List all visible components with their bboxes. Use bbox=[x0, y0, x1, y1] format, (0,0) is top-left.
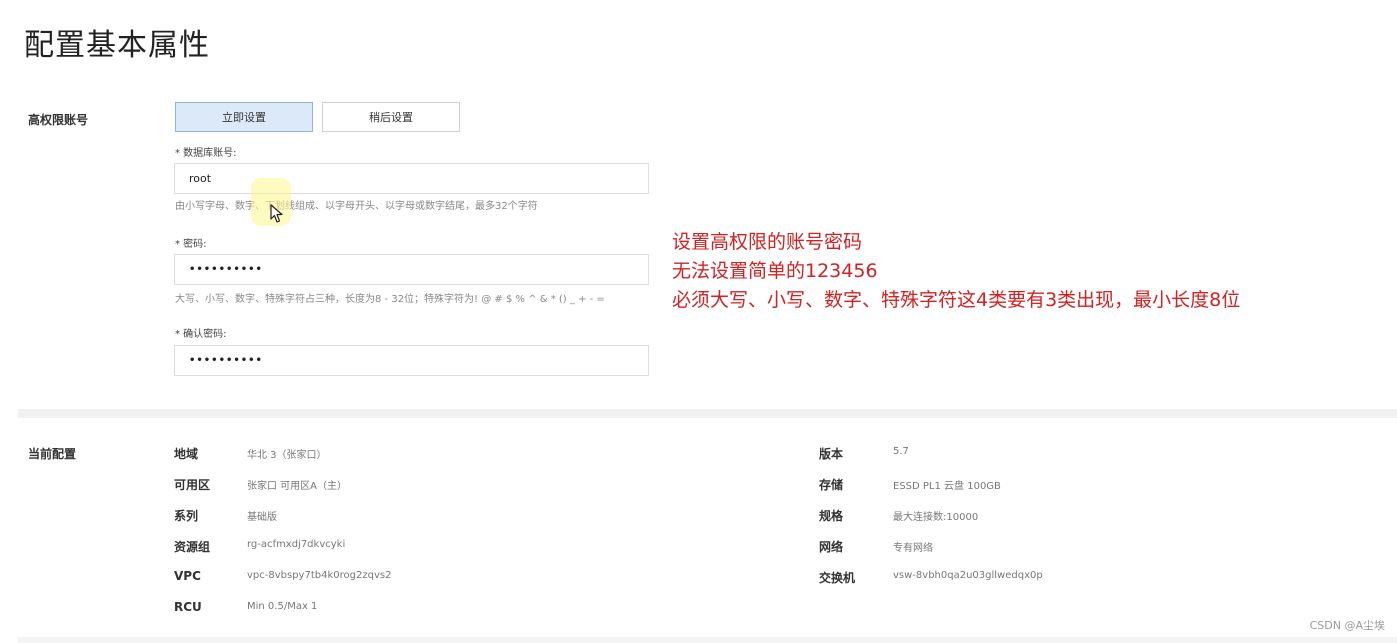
config-value-vswitch: vsw-8vbh0qa2u03gllwedqx0p bbox=[893, 570, 1043, 581]
bottom-divider bbox=[18, 637, 1397, 643]
config-value-series: 基础版 bbox=[247, 512, 277, 523]
config-key-storage: 存储 bbox=[819, 478, 844, 492]
config-key-resource-group: 资源组 bbox=[174, 540, 211, 554]
db-account-hint: 由小写字母、数字、下划线组成、以字母开头、以字母或数字结尾，最多32个字符 bbox=[175, 201, 538, 212]
config-value-spec: 最大连接数:10000 bbox=[893, 512, 979, 523]
config-value-storage: ESSD PL1 云盘 100GB bbox=[893, 481, 1001, 492]
csdn-watermark: CSDN @A尘埃 bbox=[1309, 619, 1385, 632]
mouse-cursor-icon bbox=[270, 204, 283, 223]
annotation-line-3: 必须大写、小写、数字、特殊字符这4类要有3类出现，最小长度8位 bbox=[672, 289, 1241, 311]
config-value-rcu: Min 0.5/Max 1 bbox=[247, 601, 318, 612]
config-key-region: 地域 bbox=[174, 447, 199, 461]
password-label: * 密码: bbox=[175, 239, 207, 250]
page-title: 配置基本属性 bbox=[24, 28, 210, 63]
db-account-input[interactable] bbox=[174, 163, 649, 194]
config-key-vpc: VPC bbox=[174, 569, 201, 583]
set-later-button[interactable]: 稍后设置 bbox=[322, 102, 460, 132]
confirm-password-label: * 确认密码: bbox=[175, 329, 227, 340]
config-key-zone: 可用区 bbox=[174, 478, 211, 492]
section-divider bbox=[18, 409, 1397, 418]
config-value-vpc: vpc-8vbspy7tb4k0rog2zqvs2 bbox=[247, 570, 392, 581]
config-value-zone: 张家口 可用区A（主） bbox=[247, 481, 348, 492]
annotation-line-1: 设置高权限的账号密码 bbox=[672, 231, 863, 253]
db-account-label: * 数据库账号: bbox=[175, 148, 237, 159]
config-key-version: 版本 bbox=[819, 447, 844, 461]
config-key-vswitch: 交换机 bbox=[819, 571, 856, 585]
password-hint: 大写、小写、数字、特殊字符占三种，长度为8 - 32位；特殊字符为! @ # $… bbox=[175, 294, 605, 305]
confirm-password-input[interactable] bbox=[174, 345, 649, 376]
set-now-button[interactable]: 立即设置 bbox=[175, 102, 313, 132]
config-key-rcu: RCU bbox=[174, 600, 202, 614]
config-value-version: 5.7 bbox=[893, 446, 909, 457]
password-input[interactable] bbox=[174, 254, 649, 285]
config-value-network: 专有网络 bbox=[893, 543, 933, 554]
current-config-label: 当前配置 bbox=[28, 447, 77, 461]
config-key-network: 网络 bbox=[819, 540, 844, 554]
config-value-resource-group: rg-acfmxdj7dkvcyki bbox=[247, 539, 346, 550]
annotation-line-2: 无法设置简单的123456 bbox=[672, 260, 878, 282]
config-key-series: 系列 bbox=[174, 509, 199, 523]
config-key-spec: 规格 bbox=[819, 509, 844, 523]
config-value-region: 华北 3（张家口） bbox=[247, 450, 327, 461]
account-section-label: 高权限账号 bbox=[28, 113, 89, 127]
